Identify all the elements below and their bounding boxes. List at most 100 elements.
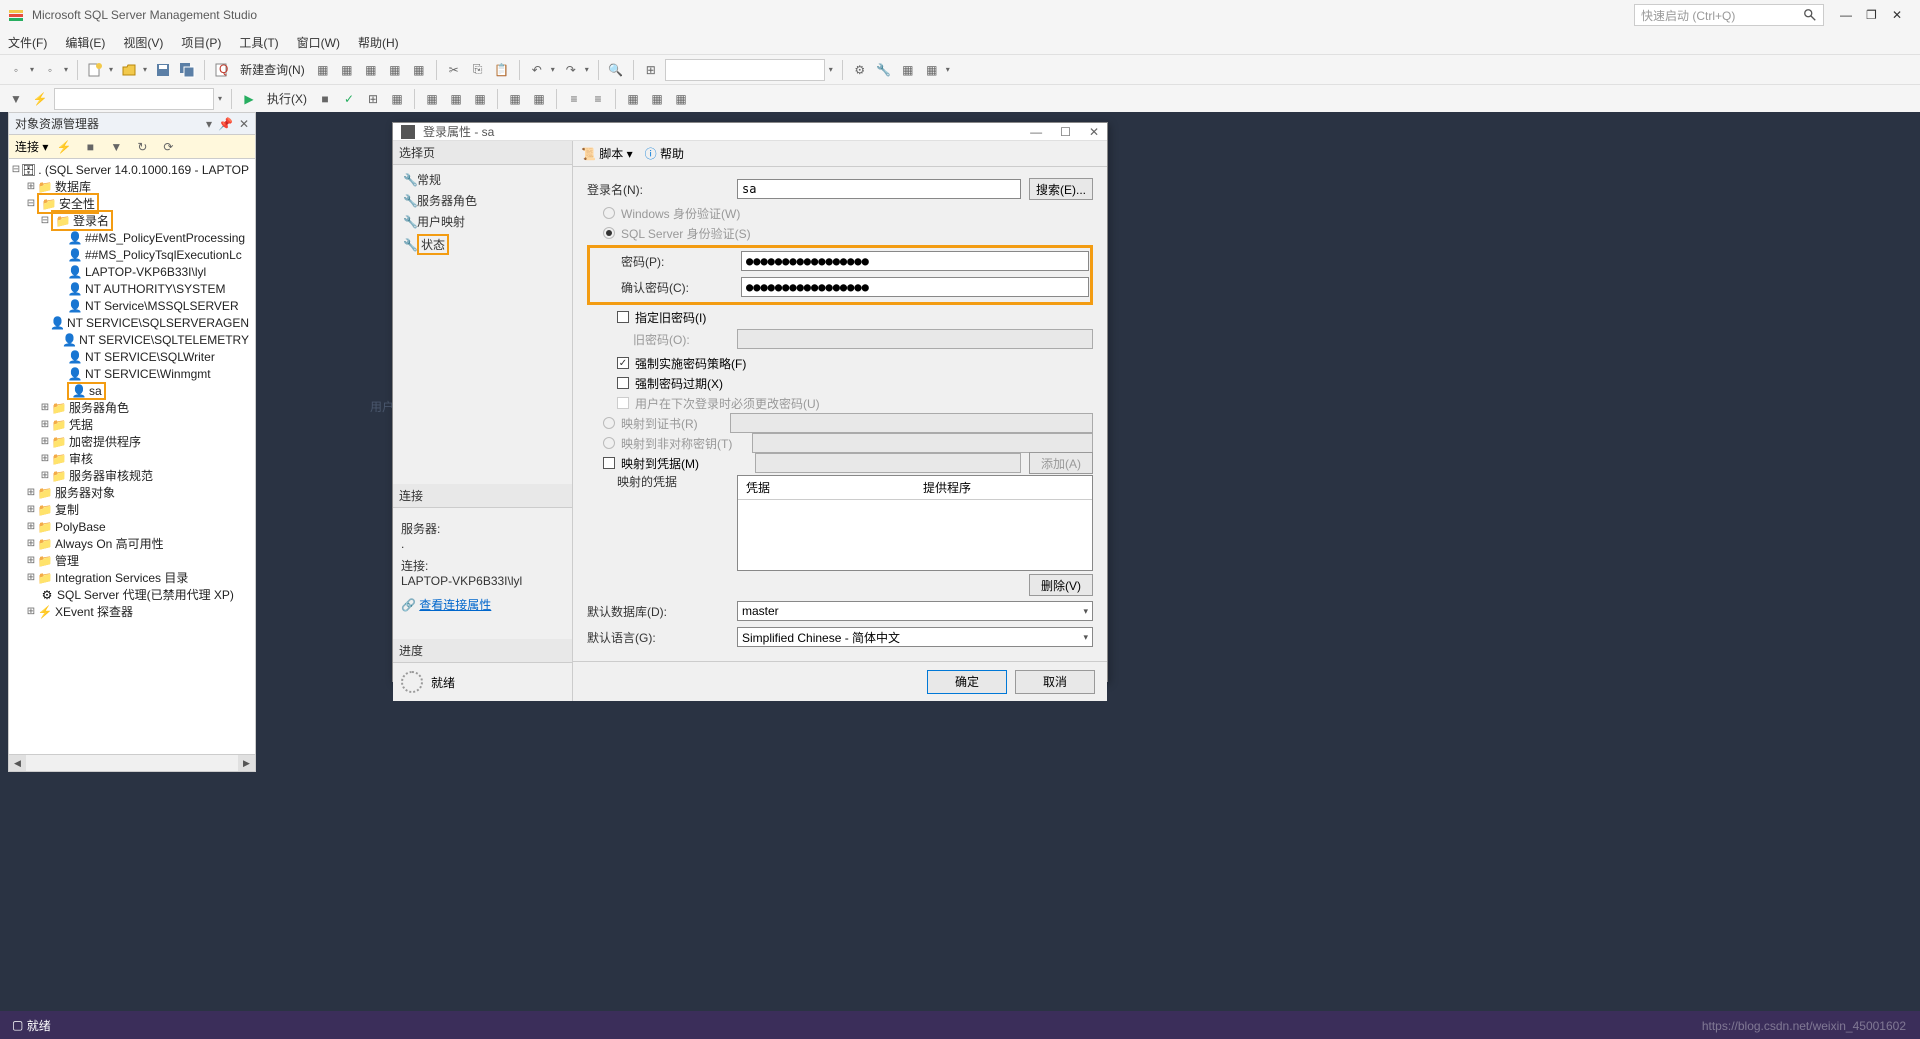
script-button[interactable]: 📜 脚本 ▾ bbox=[581, 145, 633, 162]
misc3-icon[interactable]: ▦ bbox=[671, 89, 691, 109]
login-name-input[interactable] bbox=[737, 179, 1021, 199]
panel-dropdown-icon[interactable]: ▾ bbox=[206, 117, 212, 131]
minimize-icon[interactable]: — bbox=[1840, 8, 1854, 22]
text-icon[interactable]: ▦ bbox=[446, 89, 466, 109]
plan-icon[interactable]: ⊞ bbox=[363, 89, 383, 109]
refresh-icon[interactable]: ↻ bbox=[132, 137, 152, 157]
tool1-icon[interactable]: ⚙ bbox=[850, 60, 870, 80]
tree-toggle[interactable]: ⊞ bbox=[25, 181, 37, 192]
database-combo[interactable] bbox=[54, 88, 214, 110]
stop-icon[interactable]: ■ bbox=[315, 89, 335, 109]
misc2-icon[interactable]: ▦ bbox=[647, 89, 667, 109]
close-icon[interactable]: ✕ bbox=[1892, 8, 1906, 22]
connect-button[interactable]: 连接 ▾ bbox=[15, 138, 48, 155]
object-tree[interactable]: ⊟🗄. (SQL Server 14.0.1000.169 - LAPTOP ⊞… bbox=[9, 159, 255, 754]
tree-toggle[interactable]: ⊞ bbox=[25, 555, 37, 566]
filter-icon[interactable]: ▼ bbox=[6, 89, 26, 109]
enforce-policy-checkbox[interactable] bbox=[617, 357, 629, 369]
tree-toggle[interactable]: ⊟ bbox=[11, 164, 21, 175]
tree-login-item[interactable]: NT SERVICE\SQLWriter bbox=[85, 350, 215, 364]
nav-fwd-icon[interactable]: ◦ bbox=[40, 60, 60, 80]
search-button[interactable]: 搜索(E)... bbox=[1029, 178, 1093, 200]
tree-agent[interactable]: SQL Server 代理(已禁用代理 XP) bbox=[57, 586, 234, 603]
open-icon[interactable] bbox=[119, 60, 139, 80]
tree-management[interactable]: 管理 bbox=[55, 552, 79, 569]
new-project-icon[interactable] bbox=[85, 60, 105, 80]
cancel-button[interactable]: 取消 bbox=[1015, 670, 1095, 694]
as-query-icon[interactable]: ▦ bbox=[337, 60, 357, 80]
tree-login-item[interactable]: NT SERVICE\Winmgmt bbox=[85, 367, 211, 381]
page-server-roles[interactable]: 🔧服务器角色 bbox=[393, 190, 572, 211]
save-all-icon[interactable] bbox=[177, 60, 197, 80]
dmx-query-icon[interactable]: ▦ bbox=[385, 60, 405, 80]
tree-toggle[interactable]: ⊟ bbox=[39, 215, 51, 226]
tree-replication[interactable]: 复制 bbox=[55, 501, 79, 518]
tree-xevent[interactable]: XEvent 探查器 bbox=[55, 603, 133, 620]
file-icon[interactable]: ▦ bbox=[470, 89, 490, 109]
tree-polybase[interactable]: PolyBase bbox=[55, 520, 106, 534]
quick-launch-input[interactable]: 快速启动 (Ctrl+Q) bbox=[1634, 4, 1824, 26]
password-input[interactable] bbox=[741, 251, 1089, 271]
nav-back-icon[interactable]: ◦ bbox=[6, 60, 26, 80]
mdx-query-icon[interactable]: ▦ bbox=[361, 60, 381, 80]
xmla-query-icon[interactable]: ▦ bbox=[409, 60, 429, 80]
view-connection-link[interactable]: 查看连接属性 bbox=[419, 598, 491, 612]
grid-icon[interactable]: ▦ bbox=[422, 89, 442, 109]
new-query-button[interactable]: 新建查询(N) bbox=[236, 61, 309, 78]
tree-server[interactable]: . (SQL Server 14.0.1000.169 - LAPTOP bbox=[38, 163, 249, 177]
cut-icon[interactable]: ✂ bbox=[444, 60, 464, 80]
tree-always-on[interactable]: Always On 高可用性 bbox=[55, 535, 164, 552]
solution-combo[interactable] bbox=[665, 59, 825, 81]
menu-help[interactable]: 帮助(H) bbox=[358, 34, 399, 51]
enforce-expiration-checkbox[interactable] bbox=[617, 377, 629, 389]
tree-security[interactable]: 安全性 bbox=[59, 197, 95, 211]
panel-pin-icon[interactable]: 📌 bbox=[218, 117, 233, 131]
tree-logins[interactable]: 登录名 bbox=[73, 214, 109, 228]
indent-icon[interactable]: ≡ bbox=[564, 89, 584, 109]
scroll-left-icon[interactable]: ◀ bbox=[9, 755, 26, 771]
page-status[interactable]: 🔧状态 bbox=[393, 232, 572, 257]
credentials-table[interactable]: 凭据 提供程序 bbox=[737, 475, 1093, 571]
menu-view[interactable]: 视图(V) bbox=[123, 34, 163, 51]
dialog-minimize-icon[interactable]: — bbox=[1030, 125, 1042, 139]
page-user-mapping[interactable]: 🔧用户映射 bbox=[393, 211, 572, 232]
tree-login-item[interactable]: NT Service\MSSQLSERVER bbox=[85, 299, 239, 313]
tree-crypto[interactable]: 加密提供程序 bbox=[69, 433, 141, 450]
tree-login-item[interactable]: NT AUTHORITY\SYSTEM bbox=[85, 282, 225, 296]
tree-audit-specs[interactable]: 服务器审核规范 bbox=[69, 467, 153, 484]
specify-old-pw-checkbox[interactable] bbox=[617, 311, 629, 323]
menu-project[interactable]: 项目(P) bbox=[181, 34, 221, 51]
filter2-icon[interactable]: ▼ bbox=[106, 137, 126, 157]
tree-toggle[interactable]: ⊞ bbox=[39, 453, 51, 464]
tree-login-item[interactable]: ##MS_PolicyEventProcessing bbox=[85, 231, 245, 245]
execute-button[interactable]: 执行(X) bbox=[263, 90, 311, 107]
opts-icon[interactable]: ▦ bbox=[387, 89, 407, 109]
copy-icon[interactable]: ⎘ bbox=[468, 60, 488, 80]
tree-toggle[interactable]: ⊞ bbox=[39, 436, 51, 447]
map-cred-checkbox[interactable] bbox=[603, 457, 615, 469]
default-db-combo[interactable]: master▾ bbox=[737, 601, 1093, 621]
default-lang-combo[interactable]: Simplified Chinese - 简体中文▾ bbox=[737, 627, 1093, 647]
parse-icon[interactable]: ✓ bbox=[339, 89, 359, 109]
paste-icon[interactable]: 📋 bbox=[492, 60, 512, 80]
props-icon[interactable]: ⊞ bbox=[641, 60, 661, 80]
undo-icon[interactable]: ↶ bbox=[527, 60, 547, 80]
db-query-icon[interactable]: ▦ bbox=[313, 60, 333, 80]
find-icon[interactable]: 🔍 bbox=[606, 60, 626, 80]
tree-integration[interactable]: Integration Services 目录 bbox=[55, 569, 188, 586]
sync-icon[interactable]: ⟳ bbox=[158, 137, 178, 157]
tree-login-item[interactable]: ##MS_PolicyTsqlExecutionLc bbox=[85, 248, 242, 262]
menu-window[interactable]: 窗口(W) bbox=[297, 34, 340, 51]
tree-server-roles[interactable]: 服务器角色 bbox=[69, 399, 129, 416]
tree-toggle[interactable]: ⊞ bbox=[25, 504, 37, 515]
new-query-icon[interactable]: Q bbox=[212, 60, 232, 80]
dialog-close-icon[interactable]: ✕ bbox=[1089, 125, 1099, 139]
page-general[interactable]: 🔧常规 bbox=[393, 169, 572, 190]
menu-edit[interactable]: 编辑(E) bbox=[65, 34, 105, 51]
tree-credentials[interactable]: 凭据 bbox=[69, 416, 93, 433]
outdent-icon[interactable]: ≡ bbox=[588, 89, 608, 109]
connect-icon[interactable]: ⚡ bbox=[30, 89, 50, 109]
tool2-icon[interactable]: 🔧 bbox=[874, 60, 894, 80]
tool3-icon[interactable]: ▦ bbox=[898, 60, 918, 80]
comment-icon[interactable]: ▦ bbox=[505, 89, 525, 109]
